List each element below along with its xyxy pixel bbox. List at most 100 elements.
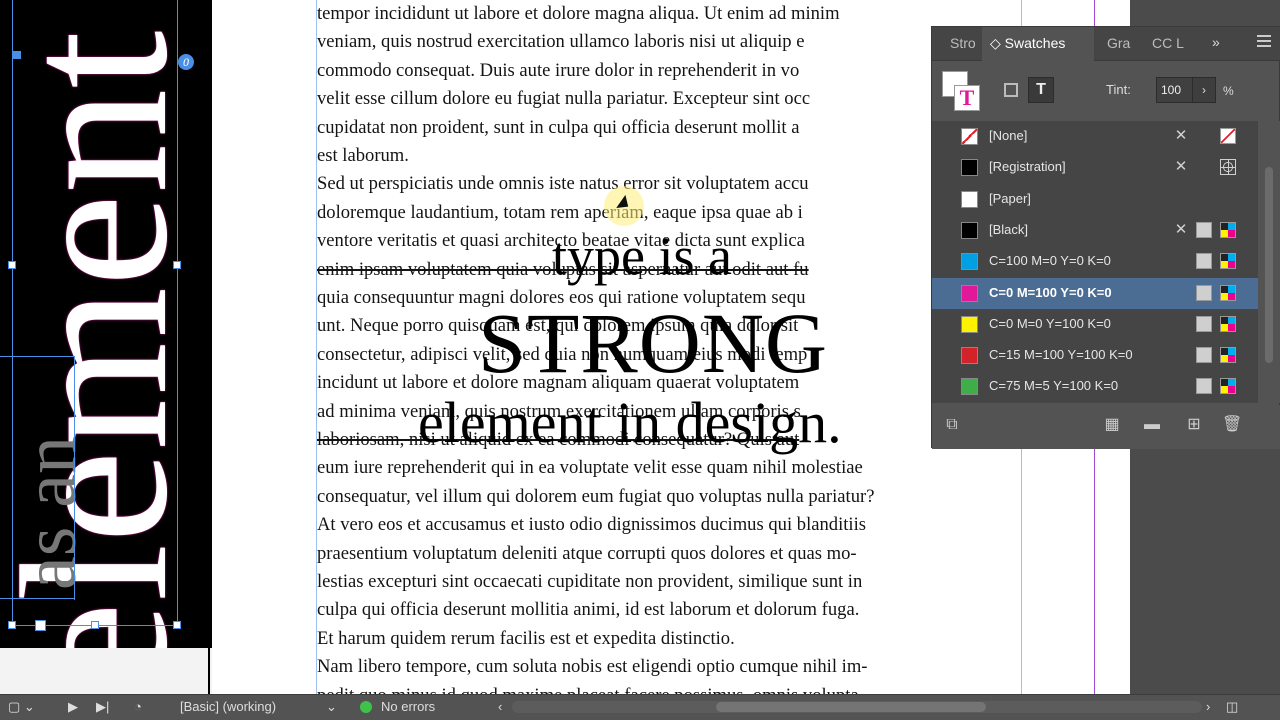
body-text-line[interactable]: pedit quo minus id quod maxime placeat f… [317,682,859,694]
process-color-icon [1196,221,1212,238]
display-text-line-2[interactable]: STRONG [478,300,828,386]
swatch-row[interactable]: [Black] ✕ [932,215,1258,246]
tab-cc-libraries[interactable]: CC L [1152,27,1184,61]
process-color-icon [1196,284,1212,301]
registration-icon [1220,159,1236,176]
cmyk-mode-icon [1220,221,1236,238]
formatting-text-button[interactable]: T [1028,77,1054,103]
next-page-icon[interactable]: ▶ [68,695,78,720]
cmyk-mode-icon [1220,378,1236,395]
tint-slider-arrow-icon[interactable]: › [1192,77,1216,103]
body-text-line[interactable]: veniam, quis nostrud exercitation ullamc… [317,28,804,56]
swatches-panel[interactable]: Stro ◇ Swatches Gra CC L » T T Tint: 100… [931,26,1280,449]
process-color-icon [1196,378,1212,395]
body-text-line[interactable]: eum iure reprehenderit qui in ea volupta… [317,454,863,482]
body-text-line[interactable]: praesentium voluptatum deleniti atque co… [317,540,857,568]
body-text-line[interactable]: Et harum quidem rerum facilis est et exp… [317,625,735,653]
open-page-icon[interactable]: ◔ [134,695,142,720]
new-swatch-icon[interactable]: ⊞ [1184,415,1204,435]
frame-handle-bottom-right[interactable] [173,621,181,629]
swatch-name: C=100 M=0 Y=0 K=0 [989,253,1111,269]
body-text-line[interactable]: est laborum. [317,142,409,170]
body-text-line[interactable]: Nam libero tempore, cum soluta nobis est… [317,653,867,681]
swatch-name: C=75 M=5 Y=100 K=0 [989,378,1119,394]
swatch-color-chip [961,128,978,145]
cmyk-mode-icon [1220,253,1236,270]
fill-stroke-proxy[interactable]: T [942,71,984,113]
swatch-views-icon[interactable]: ▦ [1102,415,1122,435]
swatch-row[interactable]: C=75 M=5 Y=100 K=0 [932,371,1258,402]
body-text-line[interactable]: culpa qui officia deserunt mollitia anim… [317,596,859,624]
frame-handle-bottom-mid[interactable] [91,621,99,629]
scroll-right-icon[interactable]: › [1206,695,1210,720]
scroll-left-icon[interactable]: ‹ [498,695,502,720]
display-text-line-1[interactable]: type is a [552,226,732,286]
body-text-line[interactable]: At vero eos et accusamus et iusto odio d… [317,511,866,539]
last-page-icon[interactable]: ▶| [96,695,109,720]
swatch-row[interactable]: [Paper] [932,184,1258,215]
formatting-container-button[interactable] [1004,83,1018,97]
frame-handle-mid-left[interactable] [8,261,16,269]
frame-handle-bottom-left[interactable] [8,621,16,629]
cmyk-mode-icon [1220,284,1236,301]
panel-menu-icon[interactable] [1257,35,1271,47]
swatch-row[interactable]: [Registration] ✕ [932,152,1258,183]
preflight-errors[interactable]: No errors [381,695,435,720]
body-text-line[interactable]: lestias excepturi sint occaecati cupidit… [317,568,862,596]
panel-bottom-toolbar: ⧉ ▦ ▬ ⊞ 🗑 [932,405,1280,449]
swatch-color-chip [961,378,978,396]
body-text-line[interactable]: velit esse cillum dolore eu fugiat nulla… [317,85,810,113]
preflight-profile[interactable]: [Basic] (working) [180,695,276,720]
swatch-color-chip [961,159,978,177]
fill-box[interactable]: T [954,85,980,111]
new-color-group-icon[interactable]: ▬ [1142,415,1162,435]
body-text-line[interactable]: commodo consequat. Duis aute irure dolor… [317,57,799,85]
show-all-swatches-icon[interactable]: ⧉ [942,415,962,435]
body-text-line[interactable]: cupidatat non proident, sunt in culpa qu… [317,114,799,142]
horizontal-scroll-thumb[interactable] [716,702,986,712]
swatch-name: C=0 M=0 Y=100 K=0 [989,315,1111,331]
tab-gradient[interactable]: Gra [1107,27,1130,61]
page-number-dropdown-icon[interactable]: ▢ ⌄ [8,695,35,720]
panel-tab-bar: Stro ◇ Swatches Gra CC L » [932,27,1280,62]
swatch-color-chip [961,221,978,239]
swatch-row[interactable]: C=15 M=100 Y=100 K=0 [932,340,1258,371]
cmyk-mode-icon [1220,347,1236,364]
split-window-icon[interactable]: ◫ [1226,695,1238,720]
status-ok-icon [360,701,372,713]
body-text-line[interactable]: Sed ut perspiciatis unde omnis iste natu… [317,170,809,198]
none-color-icon [1220,128,1236,144]
tab-swatches[interactable]: ◇ Swatches [982,27,1094,62]
frame-handle-center[interactable] [35,620,46,631]
body-text-line[interactable]: doloremque laudantium, totam rem aperiam… [317,199,803,227]
swatch-name: [Registration] [989,159,1066,175]
cmyk-mode-icon [1220,315,1236,332]
frame-handle-mid-right[interactable] [173,261,181,269]
display-text-line-3[interactable]: element in design. [418,390,842,456]
frame-options-badge[interactable]: 0 [178,54,194,70]
black-background-frame[interactable]: element as an [0,0,212,648]
swatch-list-scroll-thumb[interactable] [1265,167,1273,363]
black-frame-edge [208,648,210,694]
inner-frame-bottom [0,598,74,599]
body-text-line[interactable]: tempor incididunt ut labore et dolore ma… [317,0,840,28]
swatch-row[interactable]: C=100 M=0 Y=0 K=0 [932,246,1258,277]
panel-expand-icon[interactable]: » [1212,34,1220,50]
process-color-icon [1196,315,1212,332]
inner-frame-top [0,356,74,357]
tab-chevron-icon: ◇ [990,35,1005,51]
preflight-dropdown-icon[interactable]: ⌄ [326,695,337,720]
swatch-color-chip [961,190,978,208]
selection-frame-top [12,0,13,626]
non-editable-icon: ✕ [1174,158,1188,176]
swatch-row[interactable]: [None] ✕ [932,121,1258,152]
delete-swatch-icon[interactable]: 🗑 [1222,415,1242,435]
swatch-row[interactable]: C=0 M=100 Y=0 K=0 [932,277,1258,309]
tab-stroke[interactable]: Stro [950,27,976,61]
swatch-row[interactable]: C=0 M=0 Y=100 K=0 [932,309,1258,340]
process-color-icon [1196,347,1212,364]
swatch-list[interactable]: [None] ✕ [Registration] ✕ [Paper] [Black] ✕ C=1… [932,121,1258,403]
body-text-line[interactable]: consequatur, vel illum qui dolorem eum f… [317,483,874,511]
non-editable-icon: ✕ [1174,127,1188,144]
frame-handle-top-left[interactable] [13,51,21,59]
